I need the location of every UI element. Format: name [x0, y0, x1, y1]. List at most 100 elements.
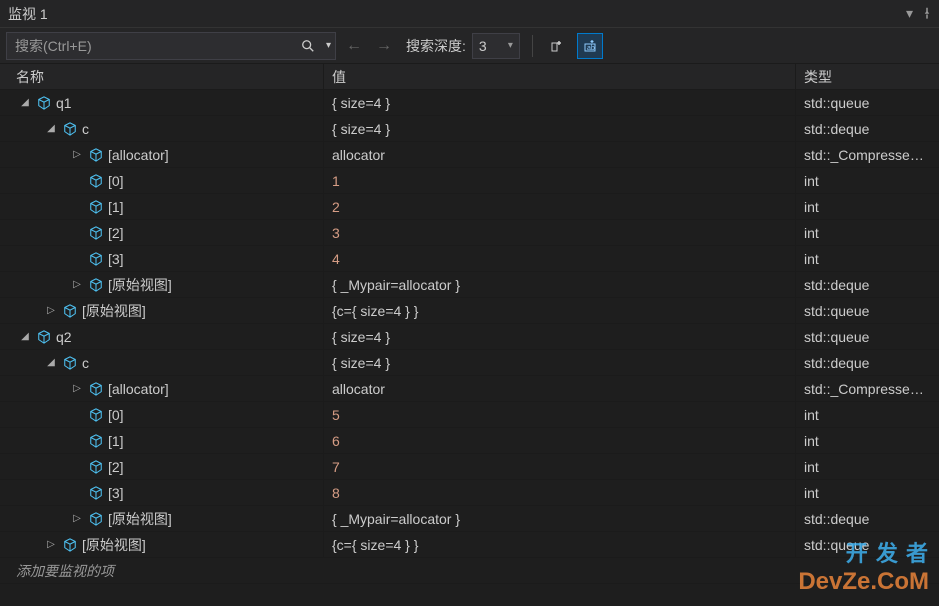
cell-name: [2] — [0, 220, 324, 245]
cell-type: std::deque — [796, 506, 939, 531]
cell-value: {c={ size=4 } } — [324, 298, 796, 323]
cell-name: ▷ [原始视图] — [0, 298, 324, 323]
cell-value: 1 — [324, 168, 796, 193]
cell-type: int — [796, 246, 939, 271]
table-row[interactable]: [2] 3int — [0, 220, 939, 246]
variable-icon — [88, 199, 104, 215]
cell-type: int — [796, 168, 939, 193]
header-type[interactable]: 类型 — [796, 64, 939, 89]
search-dropdown-icon[interactable]: ▾ — [322, 40, 335, 51]
table-row[interactable]: [1]2int — [0, 194, 939, 220]
cell-name: [1] — [0, 428, 324, 453]
variable-icon — [88, 147, 104, 163]
cell-value: 3 — [324, 220, 796, 245]
pin-icon[interactable] — [921, 6, 933, 22]
variable-icon — [88, 485, 104, 501]
table-row[interactable]: [2]7int — [0, 454, 939, 480]
cell-name: [0] — [0, 402, 324, 427]
var-name: [原始视图] — [108, 275, 172, 295]
header-value[interactable]: 值 — [324, 64, 796, 89]
cell-type: int — [796, 220, 939, 245]
search-icon[interactable] — [294, 33, 322, 59]
cell-name: ▷[原始视图] — [0, 532, 324, 557]
cell-name: ▷ [原始视图] — [0, 506, 324, 531]
cell-value: 7 — [324, 454, 796, 479]
expander-icon[interactable]: ◢ — [44, 122, 58, 136]
table-row[interactable]: [0]1int — [0, 168, 939, 194]
expander-icon — [70, 408, 84, 422]
variable-icon — [88, 173, 104, 189]
expander-icon[interactable]: ◢ — [18, 330, 32, 344]
var-name: c — [82, 121, 89, 137]
table-row[interactable]: ◢ c { size=4 }std::deque — [0, 116, 939, 142]
expander-icon[interactable]: ◢ — [44, 356, 58, 370]
window-menu-icon[interactable]: ▾ — [906, 5, 913, 22]
cell-name: [1] — [0, 194, 324, 219]
cell-type: std::_Compresse… — [796, 142, 939, 167]
cell-type: std::deque — [796, 116, 939, 141]
expander-icon — [70, 486, 84, 500]
cell-value: {c={ size=4 } } — [324, 532, 796, 557]
expander-icon — [70, 460, 84, 474]
expander-icon[interactable]: ▷ — [70, 278, 84, 292]
expander-icon[interactable]: ▷ — [70, 512, 84, 526]
variable-icon — [88, 225, 104, 241]
table-row[interactable]: ▷[原始视图]{c={ size=4 } }std::queue — [0, 298, 939, 324]
expander-icon — [70, 434, 84, 448]
table-row[interactable]: [3] 4int — [0, 246, 939, 272]
depth-select[interactable]: 3 ▾ — [472, 33, 520, 59]
search-box[interactable]: ▾ — [6, 32, 336, 60]
add-watch-item[interactable]: 添加要监视的项 — [0, 558, 939, 584]
cell-type: int — [796, 194, 939, 219]
table-row[interactable]: ▷ [原始视图] { _Mypair=allocator }std::deque — [0, 506, 939, 532]
table-row[interactable]: ▷[原始视图]{ _Mypair=allocator }std::deque — [0, 272, 939, 298]
svg-text:ab: ab — [587, 45, 595, 52]
expander-icon[interactable]: ▷ — [70, 382, 84, 396]
cell-value: { _Mypair=allocator } — [324, 506, 796, 531]
var-name: [2] — [108, 225, 124, 241]
table-row[interactable]: ◢c{ size=4 }std::deque — [0, 350, 939, 376]
nav-back-button[interactable]: ← — [342, 34, 366, 58]
variable-icon — [88, 251, 104, 267]
cell-name: ◢q1 — [0, 90, 324, 115]
cell-type: std::_Compresse… — [796, 376, 939, 401]
var-name: [原始视图] — [82, 301, 146, 321]
cell-value: 4 — [324, 246, 796, 271]
search-input[interactable] — [7, 38, 294, 54]
separator — [532, 35, 533, 57]
expander-icon[interactable]: ▷ — [44, 538, 58, 552]
property-view-button[interactable] — [545, 33, 571, 59]
table-row[interactable]: ◢q2{ size=4 }std::queue — [0, 324, 939, 350]
cell-value: { size=4 } — [324, 116, 796, 141]
table-row[interactable]: [3]8int — [0, 480, 939, 506]
cell-name: ◢c — [0, 350, 324, 375]
variable-icon — [62, 537, 78, 553]
var-name: [原始视图] — [108, 509, 172, 529]
table-row[interactable]: ▷[allocator]allocatorstd::_Compresse… — [0, 376, 939, 402]
variable-icon — [36, 329, 52, 345]
expander-icon[interactable]: ◢ — [18, 96, 32, 110]
expander-icon — [70, 174, 84, 188]
cell-name: ▷ [原始视图] — [0, 272, 324, 297]
nav-forward-button[interactable]: → — [372, 34, 396, 58]
var-name: [1] — [108, 199, 124, 215]
expander-icon[interactable]: ▷ — [44, 304, 58, 318]
var-name: q2 — [56, 329, 72, 345]
var-name: [3] — [108, 251, 124, 267]
cell-type: std::deque — [796, 272, 939, 297]
cell-value: allocator — [324, 142, 796, 167]
raw-view-button[interactable]: ab — [577, 33, 603, 59]
table-row[interactable]: ▷[原始视图]{c={ size=4 } }std::queue — [0, 532, 939, 558]
expander-icon[interactable]: ▷ — [70, 148, 84, 162]
var-name: [3] — [108, 485, 124, 501]
table-row[interactable]: [1]6int — [0, 428, 939, 454]
header-name[interactable]: 名称 — [0, 64, 324, 89]
cell-name: [3] — [0, 480, 324, 505]
table-row[interactable]: ▷[allocator]allocatorstd::_Compresse… — [0, 142, 939, 168]
expander-icon — [70, 226, 84, 240]
cell-type: std::queue — [796, 324, 939, 349]
variable-icon — [62, 355, 78, 371]
table-row[interactable]: ◢q1{ size=4 }std::queue — [0, 90, 939, 116]
table-row[interactable]: [0]5int — [0, 402, 939, 428]
variable-icon — [88, 381, 104, 397]
